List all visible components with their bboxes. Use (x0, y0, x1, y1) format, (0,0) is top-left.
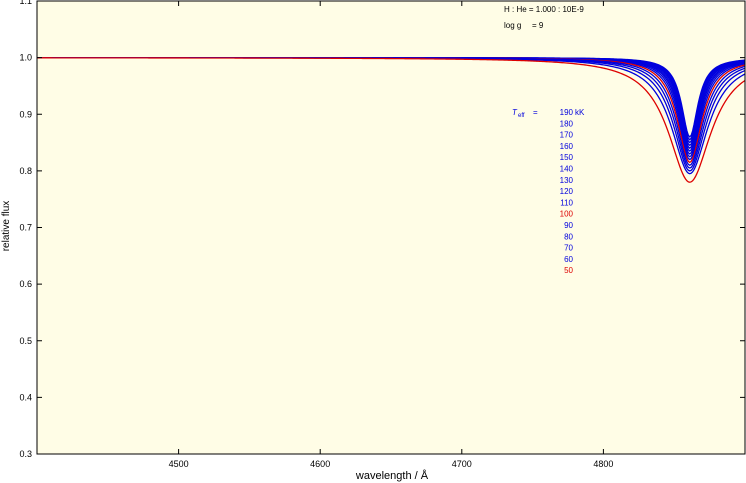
legend-entry-170: 170 (560, 131, 574, 140)
legend-entry-130: 130 (560, 176, 574, 185)
legend-entry-60: 60 (564, 255, 573, 264)
y-tick-label: 0.6 (19, 279, 32, 289)
x-tick-label: 4600 (310, 459, 330, 469)
composition-annotation: H : He = 1.000 : 10E-9 (504, 5, 584, 14)
logg-annotation-label: log g (504, 21, 521, 30)
legend-entry-50: 50 (564, 266, 573, 275)
y-tick-label: 1.1 (19, 0, 32, 6)
y-tick-label: 0.5 (19, 336, 32, 346)
teff-equals: = (533, 108, 538, 117)
spectrum-chart: 4500 4600 4700 4800 0.3 0.4 0.5 0.6 0.7 0.8 0.9 1.… (1, 0, 746, 482)
legend-entry-180: 180 (560, 119, 574, 128)
legend-entry-100: 100 (560, 210, 574, 219)
y-axis-label: relative flux (1, 201, 12, 252)
y-tick-label: 0.9 (19, 109, 32, 119)
legend-entry-150: 150 (560, 153, 574, 162)
y-tick-label: 0.7 (19, 223, 32, 233)
x-tick-label: 4500 (169, 459, 189, 469)
teff-subscript: eff (518, 113, 525, 119)
legend-entry-140: 140 (560, 165, 574, 174)
legend-entry-90: 90 (564, 221, 573, 230)
legend-entry-80: 80 (564, 232, 573, 241)
legend-entry-190: 190 (560, 108, 574, 117)
logg-annotation-value: = 9 (532, 21, 544, 30)
legend-entry-110: 110 (560, 198, 573, 207)
plot-area (37, 1, 745, 454)
x-axis-label: wavelength / Å (355, 469, 429, 482)
legend-entry-160: 160 (560, 142, 574, 151)
x-tick-label: 4700 (452, 459, 472, 469)
y-tick-label: 0.4 (19, 392, 32, 402)
teff-unit: kK (575, 108, 585, 117)
legend-entry-70: 70 (564, 244, 573, 253)
legend-entry-120: 120 (560, 187, 574, 196)
y-tick-label: 1.0 (19, 53, 32, 63)
x-tick-label: 4800 (593, 459, 613, 469)
y-tick-label: 0.3 (19, 449, 32, 459)
y-tick-label: 0.8 (19, 166, 32, 176)
